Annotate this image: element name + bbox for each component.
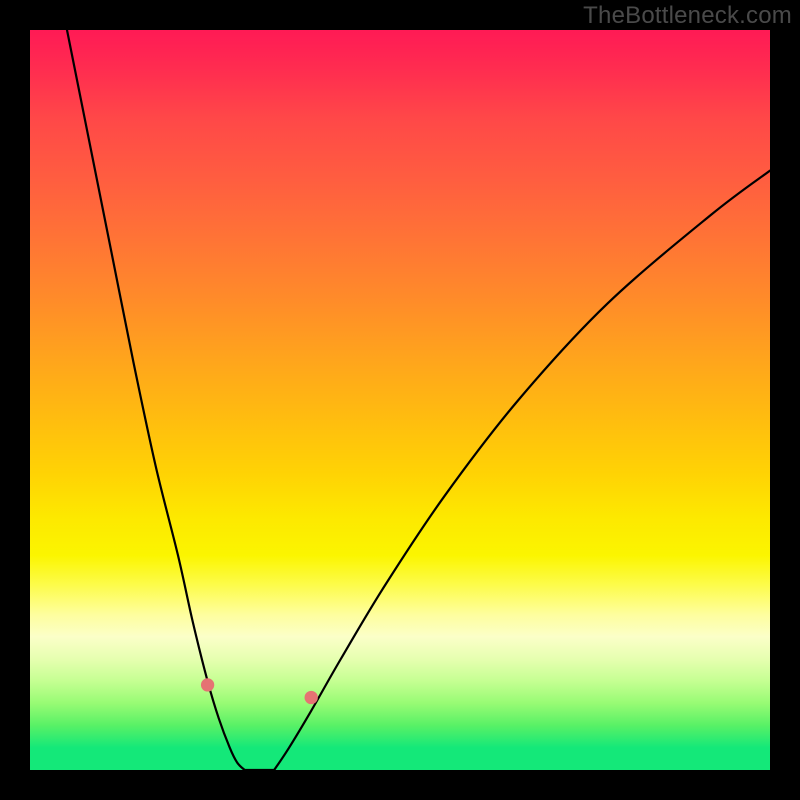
marker-group	[201, 678, 318, 768]
left-curve	[67, 30, 245, 770]
chart-svg	[30, 30, 770, 770]
marker-dot	[305, 691, 318, 704]
marker-dot	[201, 678, 214, 691]
attribution-text: TheBottleneck.com	[583, 2, 792, 30]
plot-area	[30, 30, 770, 770]
chart-frame: TheBottleneck.com	[0, 0, 800, 800]
right-curve	[274, 171, 770, 770]
